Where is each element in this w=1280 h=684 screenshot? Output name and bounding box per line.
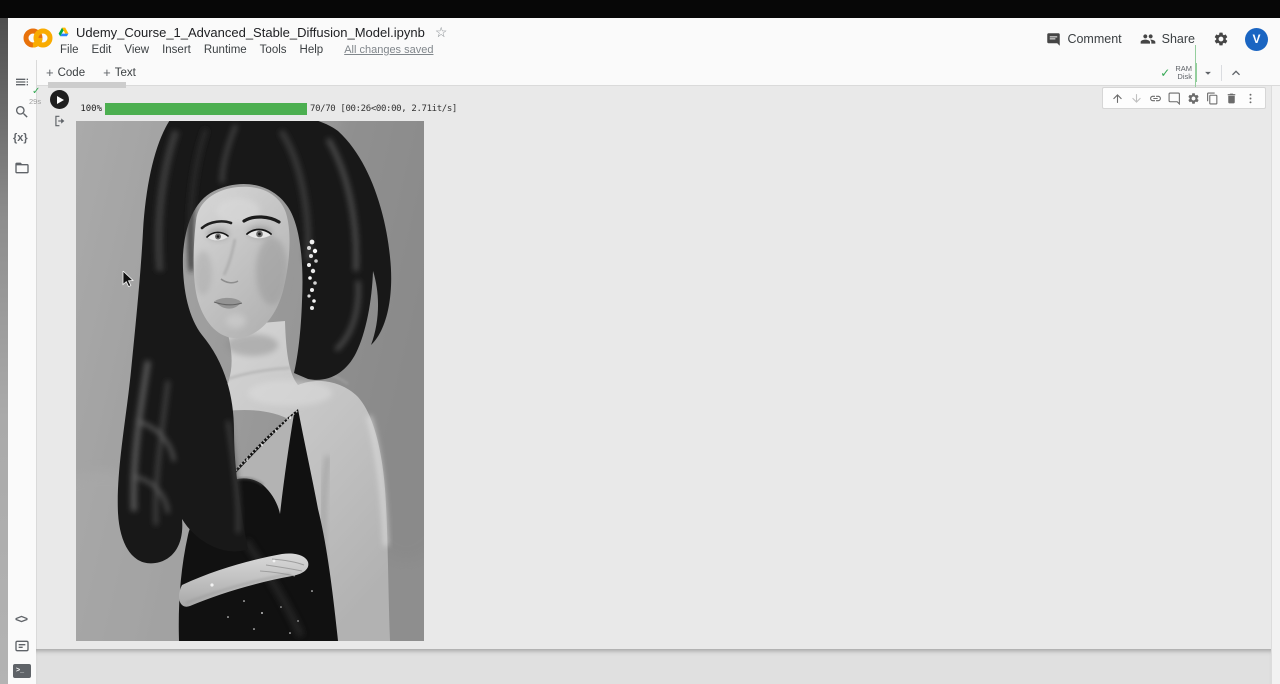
plus-icon: + (103, 65, 111, 80)
cell-toolbar (1102, 87, 1266, 109)
play-icon (57, 96, 64, 104)
progress-percent: 100% (72, 103, 102, 115)
menu-insert[interactable]: Insert (162, 44, 191, 56)
menu-runtime[interactable]: Runtime (204, 44, 247, 56)
move-cell-down-icon[interactable] (1130, 92, 1143, 105)
notebook-end-area (36, 649, 1271, 684)
autosave-status[interactable]: All changes saved (344, 44, 433, 56)
resources-widget[interactable]: ✓ RAM Disk (1160, 63, 1244, 82)
table-of-contents-icon[interactable] (14, 74, 30, 90)
comment-icon[interactable] (1046, 32, 1061, 47)
left-sidebar: {x} <> >_ (8, 60, 37, 684)
editor-settings-icon[interactable] (1187, 92, 1200, 105)
collapse-sections-icon[interactable] (1228, 65, 1244, 81)
notebook-title[interactable]: Udemy_Course_1_Advanced_Stable_Diffusion… (76, 25, 425, 40)
move-cell-up-icon[interactable] (1111, 92, 1124, 105)
menu-file[interactable]: File (60, 44, 79, 56)
menu-help[interactable]: Help (300, 44, 324, 56)
menu-edit[interactable]: Edit (92, 44, 112, 56)
copy-link-to-cell-icon[interactable] (1149, 92, 1162, 105)
files-icon[interactable] (14, 160, 30, 176)
add-code-button[interactable]: + Code (46, 65, 85, 80)
run-cell-button[interactable] (50, 90, 69, 109)
star-outline-icon[interactable]: ☆ (435, 24, 448, 41)
connected-check-icon: ✓ (1160, 66, 1170, 80)
plus-icon: + (46, 65, 54, 80)
command-palette-icon[interactable] (14, 638, 30, 654)
menu-view[interactable]: View (124, 44, 149, 56)
comment-button[interactable]: Comment (1067, 32, 1121, 46)
more-cell-actions-icon[interactable] (1244, 92, 1257, 105)
settings-gear-icon[interactable] (1213, 31, 1229, 47)
scroll-gutter[interactable] (1271, 86, 1280, 684)
user-avatar[interactable]: V (1245, 28, 1268, 51)
copy-cell-icon[interactable] (1206, 92, 1219, 105)
output-image-portrait (76, 121, 424, 641)
colab-logo-icon[interactable] (22, 26, 54, 50)
window-letterbox-bar (0, 0, 1280, 18)
add-comment-icon[interactable] (1168, 92, 1181, 105)
drive-file-icon (57, 26, 70, 39)
mouse-cursor (122, 271, 134, 288)
menu-bar: File Edit View Insert Runtime Tools Help… (60, 42, 433, 58)
terminal-icon[interactable]: >_ (13, 664, 31, 678)
variables-icon[interactable]: {x} (13, 132, 29, 148)
header: Udemy_Course_1_Advanced_Stable_Diffusion… (8, 18, 1280, 60)
code-editor-sliver (48, 82, 126, 88)
code-snippets-icon[interactable]: <> (15, 612, 31, 628)
cell-execution-time: 29s (29, 97, 41, 106)
notebook-toolbar: + Code + Text ✓ RAM Disk (36, 60, 1280, 86)
divider (1221, 65, 1222, 81)
share-button[interactable]: Share (1162, 32, 1195, 46)
delete-cell-icon[interactable] (1225, 92, 1238, 105)
dropdown-caret-icon[interactable] (1201, 66, 1215, 80)
left-edge-shade (0, 18, 8, 684)
progress-bar (105, 103, 307, 115)
disk-label: Disk (1177, 72, 1192, 81)
search-icon[interactable] (14, 104, 30, 120)
cell-output-icon[interactable] (53, 114, 67, 128)
progress-status: 70/70 [00:26<00:00, 2.71it/s] (310, 104, 457, 115)
add-text-button[interactable]: + Text (103, 65, 136, 80)
share-people-icon[interactable] (1140, 31, 1156, 47)
menu-tools[interactable]: Tools (260, 44, 287, 56)
cell-executed-check-icon: ✓ (32, 86, 40, 97)
